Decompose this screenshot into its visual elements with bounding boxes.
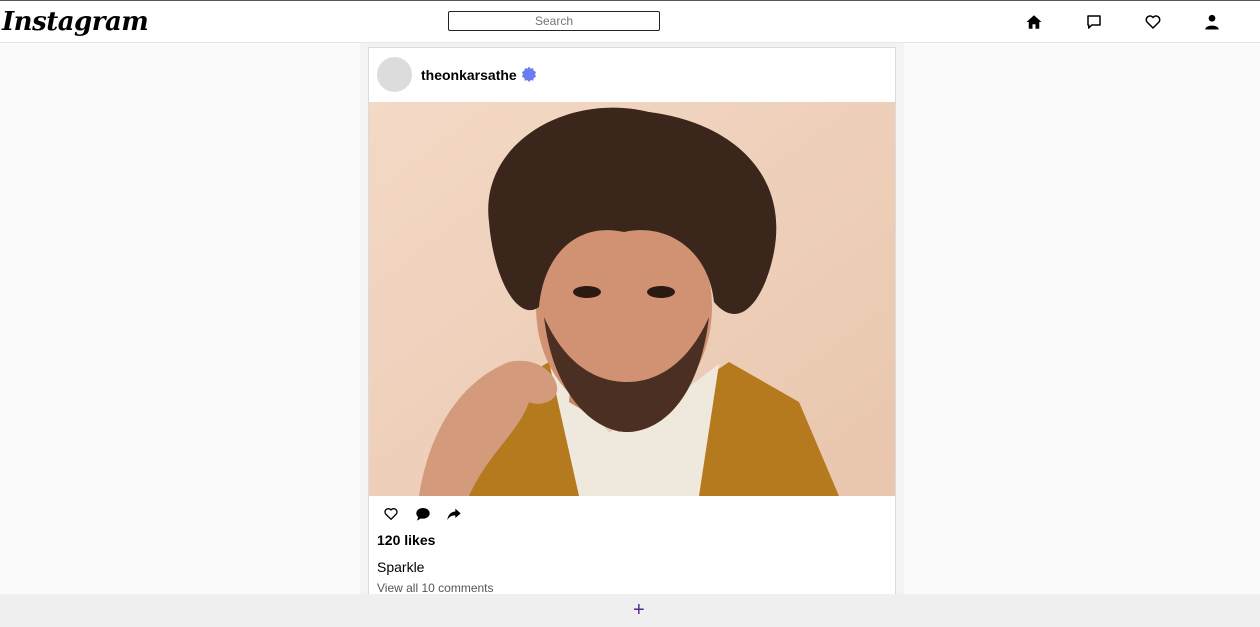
- like-icon[interactable]: [383, 506, 401, 524]
- post-card: theonkarsathe 120 likes Sparkle View all…: [368, 47, 896, 607]
- profile-icon[interactable]: [1203, 13, 1221, 31]
- post-username[interactable]: theonkarsathe: [421, 67, 517, 83]
- search-input[interactable]: [448, 11, 660, 31]
- verified-badge-icon: [521, 66, 537, 82]
- post-header: theonkarsathe: [369, 48, 895, 102]
- bottom-bar: +: [0, 594, 1260, 627]
- view-comments-link[interactable]: View all 10 comments: [377, 581, 494, 595]
- home-icon[interactable]: [1025, 13, 1043, 31]
- instagram-logo[interactable]: Instagram: [2, 7, 149, 37]
- post-photo[interactable]: [369, 102, 895, 496]
- comment-icon[interactable]: [415, 506, 433, 524]
- heart-icon[interactable]: [1144, 13, 1162, 31]
- share-icon[interactable]: [446, 506, 464, 524]
- post-caption: Sparkle: [377, 559, 425, 575]
- likes-count: 120 likes: [377, 532, 436, 548]
- add-post-button[interactable]: +: [633, 598, 645, 622]
- top-navbar: Instagram: [0, 0, 1260, 43]
- avatar[interactable]: [377, 57, 412, 92]
- message-icon[interactable]: [1085, 13, 1103, 31]
